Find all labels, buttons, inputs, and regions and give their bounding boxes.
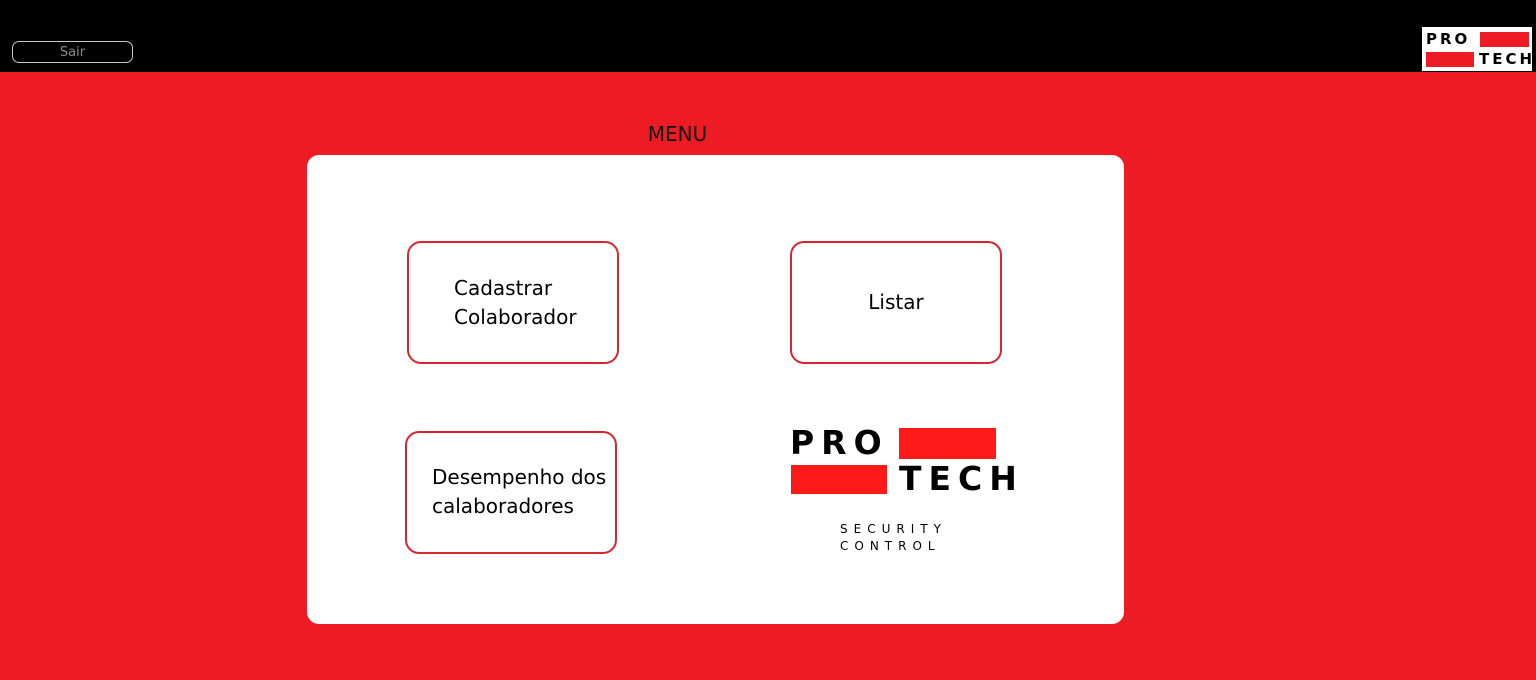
brand-tagline-line2: CONTROL	[840, 539, 941, 553]
employee-performance-label: Desempenho dos calaboradores	[432, 465, 607, 518]
menu-panel: Cadastrar Colaborador Listar Desempenho …	[307, 155, 1124, 624]
brand-red-bar-top	[899, 428, 996, 459]
brand-red-bar-bottom	[791, 465, 887, 494]
register-employee-button[interactable]: Cadastrar Colaborador	[407, 241, 619, 364]
brand-word-bottom: TECH	[899, 459, 1024, 498]
list-label: Listar	[868, 290, 924, 314]
header-logo: PRO TECH	[1422, 27, 1532, 71]
logo-word-top: PRO	[1426, 30, 1471, 48]
brand-logo: PRO TECH SECURITY CONTROL	[790, 423, 1017, 556]
logout-button[interactable]: Sair	[12, 41, 133, 63]
employee-performance-button[interactable]: Desempenho dos calaboradores	[405, 431, 617, 554]
brand-word-top: PRO	[790, 423, 889, 462]
top-bar: Sair PRO TECH	[0, 0, 1536, 72]
logo-red-bar-bottom	[1426, 52, 1474, 67]
list-button[interactable]: Listar	[790, 241, 1002, 364]
menu-title: MENU	[647, 122, 708, 146]
brand-tagline-line1: SECURITY	[840, 522, 947, 536]
logo-red-bar-top	[1480, 32, 1529, 47]
logo-word-bottom: TECH	[1479, 50, 1536, 68]
register-employee-label: Cadastrar Colaborador	[454, 276, 577, 329]
